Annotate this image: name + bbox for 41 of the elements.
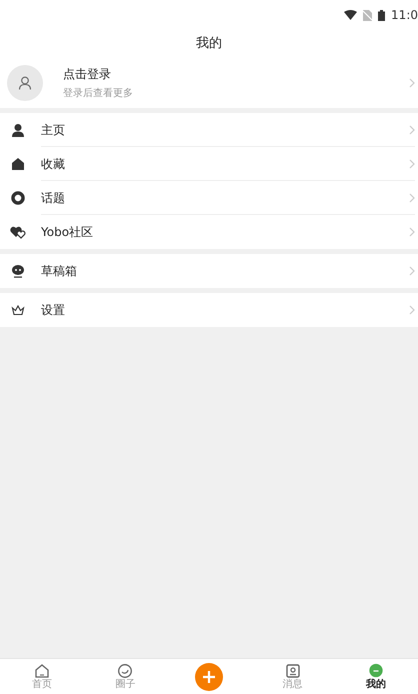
user-icon [18,76,32,90]
chevron-right-icon [409,192,415,202]
plus-icon [202,670,216,684]
menu-item[interactable]: 设置 [0,293,418,327]
chevron-right-icon [409,227,415,237]
status-time: 11:0 [391,7,418,24]
chat-bubble-icon [11,264,25,278]
page-title: 我的 [196,35,222,54]
chevron-right-icon [409,158,415,168]
tab[interactable]: 我的 [366,662,386,690]
menu-label: 主页 [41,122,66,138]
login-hint: 登录后查看更多 [63,86,134,101]
menu-item[interactable]: 主页 [0,113,418,147]
chevron-right-icon [409,124,415,134]
menu-item[interactable]: 草稿箱 [0,254,418,288]
home-icon [34,662,50,678]
menu-label: Yobo社区 [41,224,94,241]
no-sim-icon [363,10,372,20]
battery-icon [378,10,386,20]
person-icon [11,123,25,137]
menu-label: 收藏 [41,156,66,172]
menu-item[interactable]: Yobo社区 [0,215,418,249]
menu-label: 话题 [41,190,66,206]
wifi-icon [344,10,358,20]
login-title: 点击登录 [63,66,112,83]
crown-icon [11,303,25,317]
menu-label: 设置 [41,302,66,319]
chevron-right-icon [409,266,415,276]
login-row[interactable]: 点击登录 登录后查看更多 [0,58,418,108]
menu-item[interactable]: 话题 [0,181,418,215]
contact-card-icon [284,662,301,678]
ring-icon [11,191,25,205]
menu-item[interactable]: 收藏 [0,147,418,181]
menu-label: 草稿箱 [41,263,78,280]
chevron-right-icon [409,78,415,88]
house-icon [11,157,25,171]
chevron-right-icon [409,305,415,315]
add-button[interactable] [194,662,223,690]
smiley-circle-icon [117,662,134,678]
hearts-icon [10,225,26,239]
face-icon [368,662,384,678]
